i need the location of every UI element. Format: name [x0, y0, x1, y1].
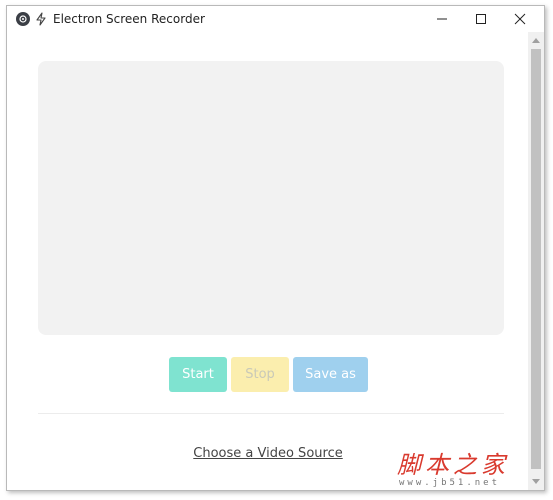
- divider: [38, 413, 504, 414]
- start-button[interactable]: Start: [169, 357, 227, 392]
- vertical-scrollbar[interactable]: [528, 32, 544, 490]
- video-preview: [38, 61, 504, 335]
- recording-controls: Start Stop Save as: [169, 357, 368, 392]
- main-content: Start Stop Save as Choose a Video Source…: [7, 32, 529, 490]
- lightning-bolt-icon: [35, 11, 47, 30]
- scroll-down-button[interactable]: [528, 474, 544, 490]
- watermark-url: www.jb51.net: [399, 478, 501, 488]
- close-icon: [514, 13, 526, 25]
- chevron-down-icon: [532, 479, 540, 484]
- window-title: Electron Screen Recorder: [53, 12, 205, 26]
- scroll-thumb[interactable]: [531, 49, 541, 469]
- minimize-button[interactable]: [422, 6, 460, 32]
- close-button[interactable]: [500, 6, 538, 32]
- watermark-logo-text: 脚本之家: [397, 451, 509, 479]
- app-logo-icon: [16, 12, 30, 26]
- maximize-icon: [476, 14, 486, 24]
- chevron-up-icon: [532, 38, 540, 43]
- scroll-up-button[interactable]: [528, 32, 544, 48]
- maximize-button[interactable]: [461, 6, 499, 32]
- minimize-icon: [437, 18, 447, 20]
- watermark: 脚本之家 www.jb51.net: [397, 451, 527, 490]
- app-window: Electron Screen Recorder Start Stop Save…: [6, 5, 545, 491]
- title-bar[interactable]: Electron Screen Recorder: [7, 6, 544, 32]
- save-as-button[interactable]: Save as: [293, 357, 368, 392]
- stop-button[interactable]: Stop: [231, 357, 289, 392]
